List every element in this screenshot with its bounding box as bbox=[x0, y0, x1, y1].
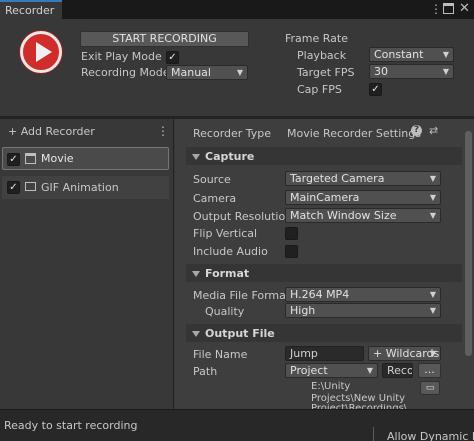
record-button[interactable] bbox=[20, 31, 62, 73]
status-text: Ready to start recording bbox=[4, 419, 138, 432]
chevron-down-icon: ▼ bbox=[442, 67, 449, 76]
file-name-input[interactable]: Jump bbox=[285, 346, 364, 361]
film-icon bbox=[25, 153, 36, 164]
source-label: Source bbox=[193, 173, 231, 186]
recorder-item-label: GIF Animation bbox=[41, 181, 119, 194]
tab-recorder[interactable]: Recorder bbox=[0, 0, 62, 19]
recorder-item-label: Movie bbox=[41, 152, 74, 165]
wildcards-dropdown[interactable]: + Wildcards ▼ bbox=[368, 346, 441, 361]
camera-value: MainCamera bbox=[290, 191, 360, 204]
gif-enabled-checkbox[interactable]: ✓ bbox=[7, 181, 20, 194]
source-value: Targeted Camera bbox=[290, 172, 385, 185]
scrollbar-thumb[interactable] bbox=[465, 131, 472, 356]
foldout-icon bbox=[192, 154, 200, 160]
chevron-down-icon: ▼ bbox=[429, 306, 436, 315]
chevron-down-icon: ▼ bbox=[442, 50, 449, 59]
include-audio-checkbox[interactable] bbox=[285, 245, 298, 258]
recorder-type-value: Movie Recorder Settings bbox=[287, 127, 421, 140]
section-title: Capture bbox=[205, 150, 255, 163]
output-resolution-value: Match Window Size bbox=[290, 209, 397, 222]
section-title: Output File bbox=[205, 327, 275, 340]
quality-label: Quality bbox=[205, 305, 245, 318]
path-value: Project bbox=[290, 364, 328, 377]
target-fps-dropdown[interactable]: 30 ▼ bbox=[369, 64, 454, 79]
path-dropdown[interactable]: Project ▼ bbox=[285, 363, 378, 378]
recording-mode-dropdown[interactable]: Manual ▼ bbox=[166, 65, 248, 80]
camera-dropdown[interactable]: MainCamera ▼ bbox=[285, 190, 441, 205]
source-dropdown[interactable]: Targeted Camera ▼ bbox=[285, 171, 441, 186]
target-fps-label: Target FPS bbox=[297, 66, 355, 79]
recording-mode-value: Manual bbox=[171, 66, 211, 79]
play-icon bbox=[36, 42, 52, 62]
foldout-icon bbox=[192, 331, 200, 337]
file-name-label: File Name bbox=[193, 348, 248, 361]
image-icon bbox=[25, 182, 36, 191]
chevron-down-icon: ▼ bbox=[429, 193, 436, 202]
cap-fps-checkbox[interactable]: ✓ bbox=[369, 83, 382, 96]
include-audio-label: Include Audio bbox=[193, 245, 268, 258]
capture-section-title[interactable]: Capture bbox=[192, 150, 254, 163]
chevron-down-icon: ▼ bbox=[366, 366, 373, 375]
checkmark-icon: ✓ bbox=[9, 154, 18, 165]
chevron-down-icon: ▼ bbox=[429, 174, 436, 183]
start-recording-button[interactable]: START RECORDING bbox=[80, 31, 249, 47]
recording-mode-label: Recording Mode bbox=[81, 66, 170, 79]
media-file-format-label: Media File Format bbox=[193, 289, 291, 302]
browse-button[interactable]: ... bbox=[418, 363, 441, 378]
recorder-type-label: Recorder Type bbox=[193, 127, 272, 140]
movie-enabled-checkbox[interactable]: ✓ bbox=[7, 153, 20, 166]
format-section-title[interactable]: Format bbox=[192, 267, 249, 280]
chevron-down-icon: ▼ bbox=[429, 211, 436, 220]
flip-vertical-checkbox[interactable] bbox=[285, 227, 298, 240]
media-file-format-dropdown[interactable]: H.264 MP4 ▼ bbox=[285, 287, 441, 302]
foldout-icon bbox=[192, 271, 200, 277]
chevron-down-icon: ▼ bbox=[236, 68, 243, 77]
open-folder-button[interactable]: ▭ bbox=[420, 381, 440, 395]
window-icon[interactable] bbox=[443, 3, 454, 14]
checkmark-icon: ✓ bbox=[371, 84, 380, 95]
output-resolution-label: Output Resolution bbox=[193, 210, 293, 223]
output-resolution-dropdown[interactable]: Match Window Size ▼ bbox=[285, 208, 441, 223]
allow-dynamic-label: Allow Dynamic R bbox=[387, 430, 474, 441]
media-file-format-value: H.264 MP4 bbox=[290, 288, 350, 301]
section-title: Format bbox=[205, 267, 250, 280]
path-preview-line: E:\Unity bbox=[311, 381, 351, 392]
quality-value: High bbox=[290, 304, 316, 317]
checkmark-icon: ✓ bbox=[9, 182, 18, 193]
close-icon[interactable]: ✕ bbox=[459, 1, 470, 16]
chevron-down-icon: ▼ bbox=[429, 290, 436, 299]
path-input[interactable]: Reco bbox=[382, 363, 413, 378]
target-fps-value: 30 bbox=[374, 65, 388, 78]
help-icon[interactable]: ? bbox=[411, 125, 422, 136]
path-label: Path bbox=[193, 365, 218, 378]
playback-label: Playback bbox=[297, 49, 347, 62]
playback-dropdown[interactable]: Constant ▼ bbox=[369, 47, 454, 62]
exit-play-mode-label: Exit Play Mode bbox=[81, 50, 162, 63]
camera-label: Camera bbox=[193, 192, 237, 205]
checkmark-icon: ✓ bbox=[168, 52, 177, 63]
flip-vertical-label: Flip Vertical bbox=[193, 227, 258, 240]
kebab-icon[interactable]: ⋮ bbox=[157, 124, 169, 138]
exit-play-mode-checkbox[interactable]: ✓ bbox=[166, 51, 179, 64]
status-divider bbox=[373, 427, 374, 441]
playback-value: Constant bbox=[374, 48, 424, 61]
kebab-icon[interactable]: ⋮ bbox=[430, 2, 442, 16]
add-recorder-button[interactable]: + Add Recorder bbox=[8, 125, 95, 138]
preset-icon[interactable]: ⇄ bbox=[429, 124, 438, 137]
quality-dropdown[interactable]: High ▼ bbox=[285, 303, 441, 318]
chevron-down-icon: ▼ bbox=[429, 349, 436, 358]
path-preview-line: Projects\New Unity bbox=[311, 393, 406, 404]
cap-fps-label: Cap FPS bbox=[297, 83, 342, 96]
folder-icon: ▭ bbox=[425, 383, 435, 393]
output-file-section-title[interactable]: Output File bbox=[192, 327, 275, 340]
title-bar bbox=[0, 0, 474, 19]
frame-rate-title: Frame Rate bbox=[285, 32, 348, 45]
